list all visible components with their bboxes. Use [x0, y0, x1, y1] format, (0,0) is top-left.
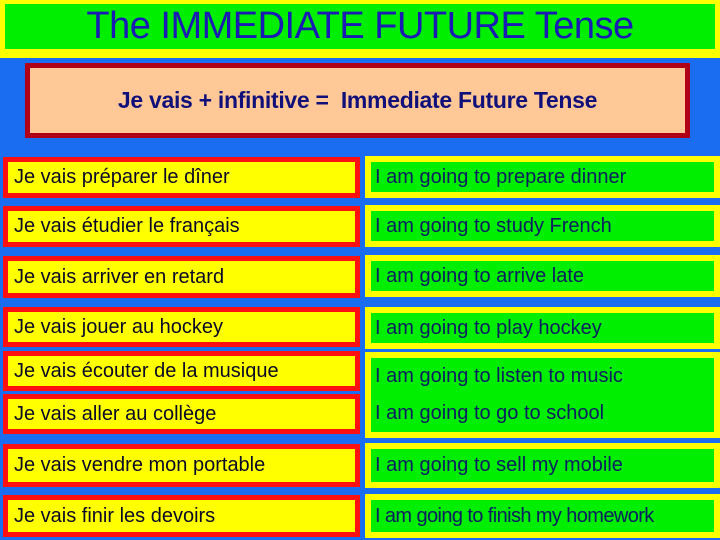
french-phrase: Je vais aller au collège: [14, 402, 217, 425]
french-phrase-box: Je vais vendre mon portable: [3, 444, 360, 487]
french-phrase-box: Je vais étudier le français: [3, 206, 360, 247]
french-phrase-box: Je vais écouter de la musique: [3, 351, 360, 391]
french-phrase-box: Je vais aller au collège: [3, 394, 360, 434]
title-banner: The IMMEDIATE FUTURE Tense: [0, 0, 720, 58]
english-translation-box: I am going to finish my homework: [365, 494, 720, 538]
english-translation: I am going to study French: [375, 214, 612, 237]
page-title: The IMMEDIATE FUTURE Tense: [86, 5, 634, 47]
french-phrase-box: Je vais préparer le dîner: [3, 157, 360, 198]
english-translation: I am going to go to school: [375, 402, 605, 424]
french-phrase-box: Je vais jouer au hockey: [3, 307, 360, 347]
title-banner-inner: The IMMEDIATE FUTURE Tense: [5, 4, 715, 49]
french-phrase-box: Je vais arriver en retard: [3, 256, 360, 298]
french-phrase: Je vais écouter de la musique: [14, 359, 279, 382]
english-translation: I am going to finish my homework: [375, 504, 654, 527]
english-translation-box: I am going to prepare dinner: [365, 156, 720, 198]
english-translation: I am going to arrive late: [375, 264, 584, 287]
french-phrase: Je vais étudier le français: [14, 215, 240, 237]
english-translation-box: I am going to sell my mobile: [365, 443, 720, 488]
english-translation: I am going to play hockey: [375, 316, 602, 339]
english-translation-box: I am going to go to school: [365, 395, 720, 438]
english-translation-box: I am going to play hockey: [365, 307, 720, 349]
french-phrase: Je vais jouer au hockey: [14, 315, 224, 338]
french-phrase: Je vais finir les devoirs: [14, 504, 216, 527]
english-translation: I am going to sell my mobile: [375, 454, 623, 476]
english-translation: I am going to listen to music: [375, 365, 623, 387]
french-phrase: Je vais préparer le dîner: [14, 166, 230, 188]
english-translation-box: I am going to study French: [365, 205, 720, 247]
french-phrase: Je vais vendre mon portable: [14, 454, 266, 476]
rule-box: Je vais + infinitive = Immediate Future …: [25, 63, 690, 138]
french-phrase: Je vais arriver en retard: [14, 265, 225, 288]
english-translation-box: I am going to listen to music: [365, 352, 720, 395]
english-translation: I am going to prepare dinner: [375, 165, 627, 188]
rule-text: Je vais + infinitive = Immediate Future …: [117, 87, 598, 113]
french-phrase-box: Je vais finir les devoirs: [3, 495, 360, 537]
english-translation-box: I am going to arrive late: [365, 255, 720, 297]
